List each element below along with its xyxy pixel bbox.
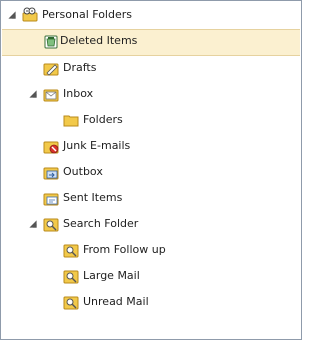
search-folder-icon xyxy=(43,216,59,232)
junk-mail-icon xyxy=(43,138,59,154)
personal-folders-icon xyxy=(22,7,38,23)
collapse-triangle-icon[interactable] xyxy=(29,220,37,228)
tree-item-label: Personal Folders xyxy=(42,8,132,21)
collapse-triangle-icon[interactable] xyxy=(29,90,37,98)
tree-item-search-folder[interactable]: Search Folder xyxy=(2,212,300,237)
search-folder-icon xyxy=(63,268,79,284)
tree-item-personal-folders[interactable]: Personal Folders xyxy=(2,3,300,28)
search-folder-icon xyxy=(63,242,79,258)
tree-item-folders[interactable]: Folders xyxy=(2,108,300,133)
tree-item-label: Sent Items xyxy=(63,191,123,204)
tree-item-label: Outbox xyxy=(63,165,103,178)
tree-item-label: Folders xyxy=(83,113,123,126)
deleted-items-icon xyxy=(43,33,59,49)
tree-item-junk-emails[interactable]: Junk E-mails xyxy=(2,134,300,159)
tree-item-inbox[interactable]: Inbox xyxy=(2,82,300,107)
folder-tree-pane: Personal Folders Deleted Items Drafts In… xyxy=(0,0,302,340)
tree-item-label: Search Folder xyxy=(63,217,139,230)
drafts-icon xyxy=(43,60,59,76)
search-folder-icon xyxy=(63,294,79,310)
tree-item-label: Unread Mail xyxy=(83,295,149,308)
inbox-icon xyxy=(43,86,59,102)
tree-item-unread-mail[interactable]: Unread Mail xyxy=(2,290,300,315)
tree-item-large-mail[interactable]: Large Mail xyxy=(2,264,300,289)
tree-item-sent-items[interactable]: Sent Items xyxy=(2,186,300,211)
tree-item-label: Junk E-mails xyxy=(63,139,131,152)
tree-item-label: Drafts xyxy=(63,61,97,74)
tree-item-drafts[interactable]: Drafts xyxy=(2,56,300,81)
outbox-icon xyxy=(43,164,59,180)
tree-item-label: Deleted Items xyxy=(60,34,138,47)
folder-icon xyxy=(63,112,79,128)
tree-item-label: Large Mail xyxy=(83,269,140,282)
tree-item-from-follow-up[interactable]: From Follow up xyxy=(2,238,300,263)
tree-item-label: From Follow up xyxy=(83,243,166,256)
tree-item-deleted-items[interactable]: Deleted Items xyxy=(2,29,300,56)
sent-items-icon xyxy=(43,190,59,206)
tree-item-label: Inbox xyxy=(63,87,94,100)
collapse-triangle-icon[interactable] xyxy=(8,11,16,19)
tree-item-outbox[interactable]: Outbox xyxy=(2,160,300,185)
